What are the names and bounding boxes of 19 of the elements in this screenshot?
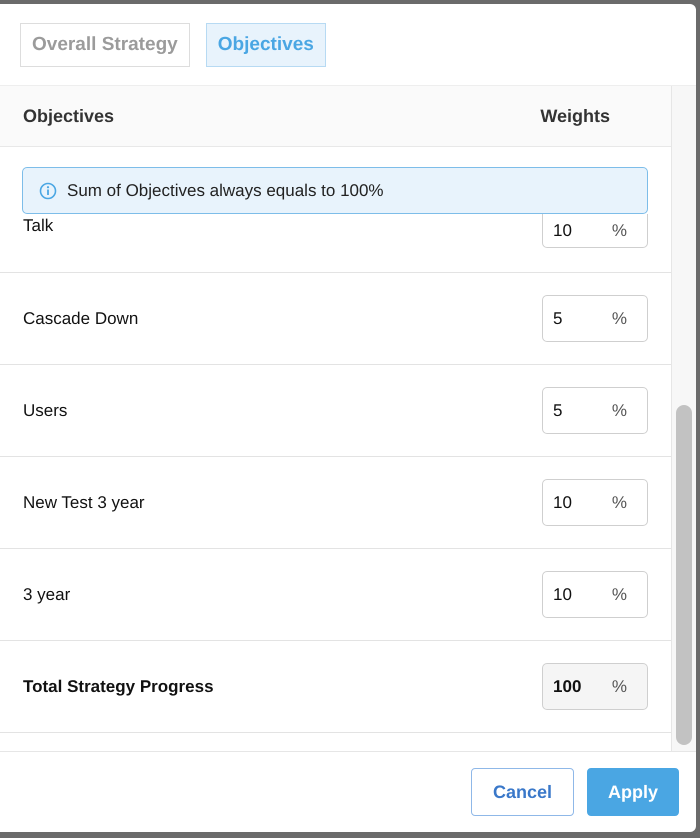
info-icon [39, 182, 57, 200]
weight-field[interactable]: 5 % [542, 387, 648, 434]
weight-field[interactable]: 10 % [542, 479, 648, 526]
weight-field[interactable]: 10 % [542, 571, 648, 618]
objective-name: Total Strategy Progress [23, 676, 214, 696]
column-header: Weights [540, 106, 610, 126]
info-text: Sum of Objectives always equals to 100% [67, 180, 384, 200]
scrollbar[interactable] [672, 86, 696, 751]
weight-field[interactable]: 10 % [542, 214, 648, 248]
weight-field: 100 % [542, 663, 648, 710]
cancel-button[interactable]: Cancel [471, 768, 574, 816]
objective-name: Cascade Down [23, 308, 138, 328]
weight-field[interactable]: 5 % [542, 295, 648, 342]
objective-name: Users [23, 400, 68, 420]
objective-name: 3 year [23, 584, 70, 604]
column-header: Objectives [23, 106, 114, 126]
objective-name: New Test 3 year [23, 492, 145, 512]
scrollbar-thumb[interactable] [676, 405, 692, 745]
objective-name: Talk [23, 216, 54, 236]
